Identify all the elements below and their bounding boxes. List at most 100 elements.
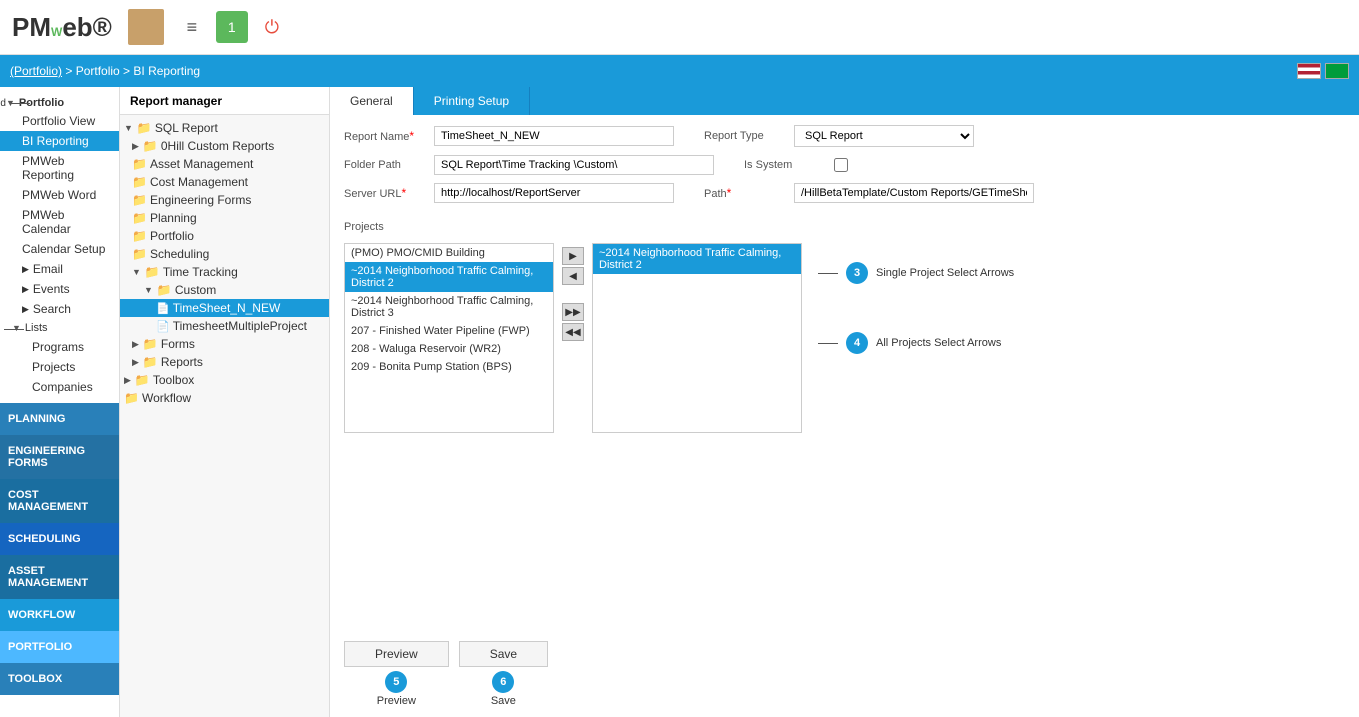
power-icon[interactable]: ⏻ [256, 11, 288, 43]
tree-label: 0Hill Custom Reports [161, 139, 274, 153]
preview-button-group: Preview 5 Preview [344, 641, 449, 707]
preview-button[interactable]: Preview [344, 641, 449, 667]
report-type-select[interactable]: SQL Report [794, 125, 974, 147]
all-deselect-left-btn[interactable]: ◀◀ [562, 323, 584, 341]
sidebar-item-bi-reporting[interactable]: BI Reporting [0, 131, 119, 151]
main-layout: ▼ Portfolio 1 Expand Portfolio View BI R… [0, 87, 1359, 717]
tree-item-timesheet-multiple[interactable]: 📄 TimesheetMultipleProject [120, 317, 329, 335]
tree-label: Portfolio [150, 229, 194, 243]
tree-item-toolbox[interactable]: ▶ 📁 Toolbox [120, 371, 329, 389]
tree-item-asset[interactable]: 📁 Asset Management [120, 155, 329, 173]
project-item[interactable]: 207 - Finished Water Pipeline (FWP) [345, 322, 553, 340]
content-area: Report Name* Report Type SQL Report Fold… [330, 115, 1359, 631]
folder-icon: 📁 [135, 373, 150, 387]
project-item-selected[interactable]: ~2014 Neighborhood Traffic Calming, Dist… [345, 262, 553, 292]
folder-icon: 📁 [132, 157, 147, 171]
sidebar-item-programs[interactable]: Programs [0, 337, 119, 357]
portfolio-view-label: Portfolio View [22, 114, 95, 128]
search-label: Search [33, 302, 71, 316]
annotation-all: 4 All Projects Select Arrows [818, 332, 1014, 354]
form-row-folder-path: Folder Path Is System [344, 155, 1345, 175]
tree-item-planning[interactable]: 📁 Planning [120, 209, 329, 227]
tree-item-reports[interactable]: ▶ 📁 Reports [120, 353, 329, 371]
single-select-right-btn[interactable]: ▶ [562, 247, 584, 265]
logo: PMWeb® [12, 12, 112, 43]
project-item[interactable]: 208 - Waluga Reservoir (WR2) [345, 340, 553, 358]
sidebar-item-events[interactable]: ▶ Events [0, 279, 119, 299]
tree-item-timesheet-new[interactable]: 📄 TimeSheet_N_NEW [120, 299, 329, 317]
sidebar-item-pmweb-reporting[interactable]: PMWeb Reporting [0, 151, 119, 185]
avatar[interactable] [128, 9, 164, 45]
projects-label: Projects [344, 221, 1345, 233]
tree-item-forms[interactable]: ▶ 📁 Forms [120, 335, 329, 353]
tab-printing-setup[interactable]: Printing Setup [414, 87, 530, 115]
right-panel: General Printing Setup Report Name* Repo… [330, 87, 1359, 717]
breadcrumb-portfolio-link[interactable]: (Portfolio) [10, 64, 62, 78]
server-url-input[interactable] [434, 183, 674, 203]
selected-project-item[interactable]: ~2014 Neighborhood Traffic Calming, Dist… [593, 244, 801, 274]
events-label: Events [33, 282, 70, 296]
projects-container: Projects (PMO) PMO/CMID Building ~2014 N… [344, 211, 1345, 443]
folder-icon: 📁 [137, 121, 152, 135]
project-item[interactable]: (PMO) PMO/CMID Building [345, 244, 553, 262]
single-deselect-left-btn[interactable]: ◀ [562, 267, 584, 285]
tree-item-time-tracking[interactable]: ▼ 📁 Time Tracking [120, 263, 329, 281]
tree-item-scheduling[interactable]: 📁 Scheduling [120, 245, 329, 263]
tree-label: Toolbox [153, 373, 194, 387]
middle-panel: Report manager ▼ 📁 SQL Report ▶ 📁 0Hill … [120, 87, 330, 717]
sidebar-item-pmweb-calendar[interactable]: PMWeb Calendar [0, 205, 119, 239]
left-nav-tree: ▼ Portfolio 1 Expand Portfolio View BI R… [0, 87, 119, 403]
tree-item-engineering[interactable]: 📁 Engineering Forms [120, 191, 329, 209]
sidebar-item-companies[interactable]: Companies [0, 377, 119, 397]
save-button[interactable]: Save [459, 641, 548, 667]
sidebar-item-search[interactable]: ▶ Search [0, 299, 119, 319]
save-circle: 6 [492, 671, 514, 693]
menu-icon[interactable]: ≡ [176, 11, 208, 43]
tree-item-0hill[interactable]: ▶ 📁 0Hill Custom Reports [120, 137, 329, 155]
tree-item-sql-report[interactable]: ▼ 📁 SQL Report [120, 119, 329, 137]
is-system-checkbox[interactable] [834, 158, 848, 172]
sidebar-item-calendar-setup[interactable]: Calendar Setup [0, 239, 119, 259]
folder-path-input[interactable] [434, 155, 714, 175]
tree-arrow: ▶ [132, 357, 139, 368]
tree-panel: ▼ 📁 SQL Report ▶ 📁 0Hill Custom Reports … [120, 115, 329, 717]
tree-arrow: ▶ [132, 141, 139, 152]
nav-btn-workflow[interactable]: WORKFLOW [0, 599, 119, 631]
tree-item-cost[interactable]: 📁 Cost Management [120, 173, 329, 191]
sidebar-item-portfolio-view[interactable]: Portfolio View [0, 111, 119, 131]
tree-item-workflow[interactable]: 📁 Workflow [120, 389, 329, 407]
sidebar-item-email[interactable]: ▶ Email [0, 259, 119, 279]
doc-icon: 📄 [156, 302, 170, 315]
top-bar: PMWeb® ≡ 1 ⏻ [0, 0, 1359, 55]
shield-badge[interactable]: 1 [216, 11, 248, 43]
sidebar-item-pmweb-word[interactable]: PMWeb Word [0, 185, 119, 205]
nav-btn-asset[interactable]: ASSET MANAGEMENT [0, 555, 119, 599]
project-item[interactable]: ~2014 Neighborhood Traffic Calming, Dist… [345, 292, 553, 322]
nav-btn-engineering[interactable]: ENGINEERING FORMS [0, 435, 119, 479]
sidebar-item-projects[interactable]: Projects [0, 357, 119, 377]
tab-general[interactable]: General [330, 87, 414, 115]
tree-label: TimeSheet_N_NEW [173, 301, 281, 315]
tree-label: Reports [161, 355, 203, 369]
nav-btn-planning[interactable]: PLANNING [0, 403, 119, 435]
folder-icon: 📁 [145, 265, 160, 279]
nav-btn-portfolio[interactable]: PORTFOLIO [0, 631, 119, 663]
sidebar-item-lists[interactable]: ▼ Lists 2 Select [0, 319, 119, 337]
project-item[interactable]: 209 - Bonita Pump Station (BPS) [345, 358, 553, 376]
folder-icon: 📁 [143, 139, 158, 153]
nav-btn-scheduling[interactable]: SCHEDULING [0, 523, 119, 555]
companies-label: Companies [32, 380, 93, 394]
tree-item-portfolio[interactable]: 📁 Portfolio [120, 227, 329, 245]
nav-btn-cost[interactable]: COST MANAGEMENT [0, 479, 119, 523]
logo-accent: W [51, 25, 62, 39]
flag-us-icon[interactable] [1297, 63, 1321, 79]
path-input[interactable] [794, 183, 1034, 203]
tree-item-custom[interactable]: ▼ 📁 Custom [120, 281, 329, 299]
folder-icon: 📁 [132, 193, 147, 207]
tabs-bar: General Printing Setup [330, 87, 1359, 115]
all-select-right-btn[interactable]: ▶▶ [562, 303, 584, 321]
report-name-input[interactable] [434, 126, 674, 146]
tree-arrow: ▶ [132, 339, 139, 350]
flag-br-icon[interactable] [1325, 63, 1349, 79]
nav-btn-toolbox[interactable]: TOOLBOX [0, 663, 119, 695]
